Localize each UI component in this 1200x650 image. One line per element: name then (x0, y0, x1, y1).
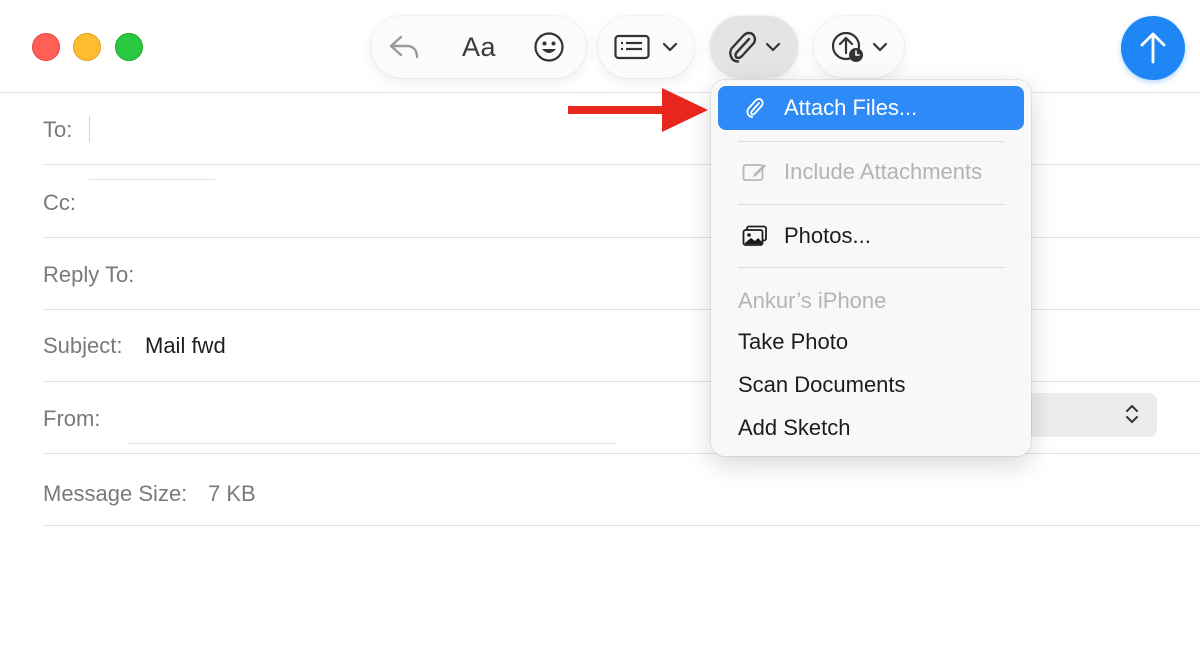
scan-documents-label: Scan Documents (738, 372, 906, 397)
photos-icon (732, 225, 778, 247)
cc-label: Cc: (43, 190, 76, 215)
arrow-up-icon (1140, 32, 1166, 64)
updown-chevron-icon (1126, 405, 1138, 423)
device-section-header: Ankur’s iPhone (738, 288, 887, 313)
attach-files-label: Attach Files... (784, 95, 918, 120)
format-group: Aa (371, 16, 586, 78)
add-sketch-label: Add Sketch (738, 415, 851, 440)
attach-group (710, 16, 798, 78)
subject-input[interactable]: Mail fwd (145, 333, 226, 359)
minimize-button[interactable] (73, 33, 101, 61)
message-size-value: 7 KB (208, 481, 256, 506)
chevron-down-icon (662, 42, 678, 52)
reply-to-label: Reply To: (43, 262, 135, 287)
header-fields-button[interactable] (598, 16, 694, 78)
zoom-button[interactable] (115, 33, 143, 61)
to-input[interactable] (89, 116, 90, 142)
chevron-down-icon (765, 42, 781, 52)
emoji-button[interactable] (521, 16, 577, 78)
include-attachments-icon (732, 162, 778, 182)
menu-separator (738, 204, 1004, 205)
attach-files-item[interactable]: Attach Files... (718, 86, 1024, 130)
include-attachments-label: Include Attachments (784, 159, 983, 184)
send-later-icon (831, 31, 863, 62)
send-later-button[interactable] (814, 16, 904, 78)
format-button[interactable]: Aa (437, 16, 521, 78)
menu-separator (738, 141, 1004, 142)
include-attachments-item: Include Attachments (718, 150, 1024, 194)
take-photo-item[interactable]: Take Photo (718, 320, 1024, 364)
message-size-label: Message Size: (43, 481, 188, 506)
header-fields-group (598, 16, 694, 78)
take-photo-label: Take Photo (738, 329, 849, 354)
paperclip-icon (729, 31, 757, 63)
attach-menu: Attach Files... Include Attachments Phot… (711, 80, 1031, 456)
scan-documents-item[interactable]: Scan Documents (718, 363, 1024, 407)
subject-label: Subject: (43, 333, 123, 358)
to-label: To: (43, 117, 73, 142)
message-size-row: Message Size: 7 KB (43, 453, 1200, 526)
format-label: Aa (461, 31, 497, 62)
close-button[interactable] (32, 33, 60, 61)
add-sketch-item[interactable]: Add Sketch (718, 406, 1024, 450)
smiley-icon (534, 32, 564, 62)
reply-arrow-icon (389, 35, 419, 59)
attach-button[interactable] (710, 16, 798, 78)
menu-separator (738, 267, 1004, 268)
send-button[interactable] (1121, 16, 1185, 80)
from-divider (127, 443, 617, 444)
chevron-down-icon (872, 42, 888, 52)
photos-label: Photos... (784, 223, 871, 248)
toolbar: Aa (0, 0, 1200, 93)
header-fields-icon (614, 34, 650, 60)
annotation-arrow-icon (568, 88, 708, 132)
reply-button[interactable] (371, 16, 437, 78)
send-later-group (814, 16, 904, 78)
from-label: From: (43, 406, 101, 431)
paperclip-icon (732, 97, 778, 119)
photos-item[interactable]: Photos... (718, 214, 1024, 258)
